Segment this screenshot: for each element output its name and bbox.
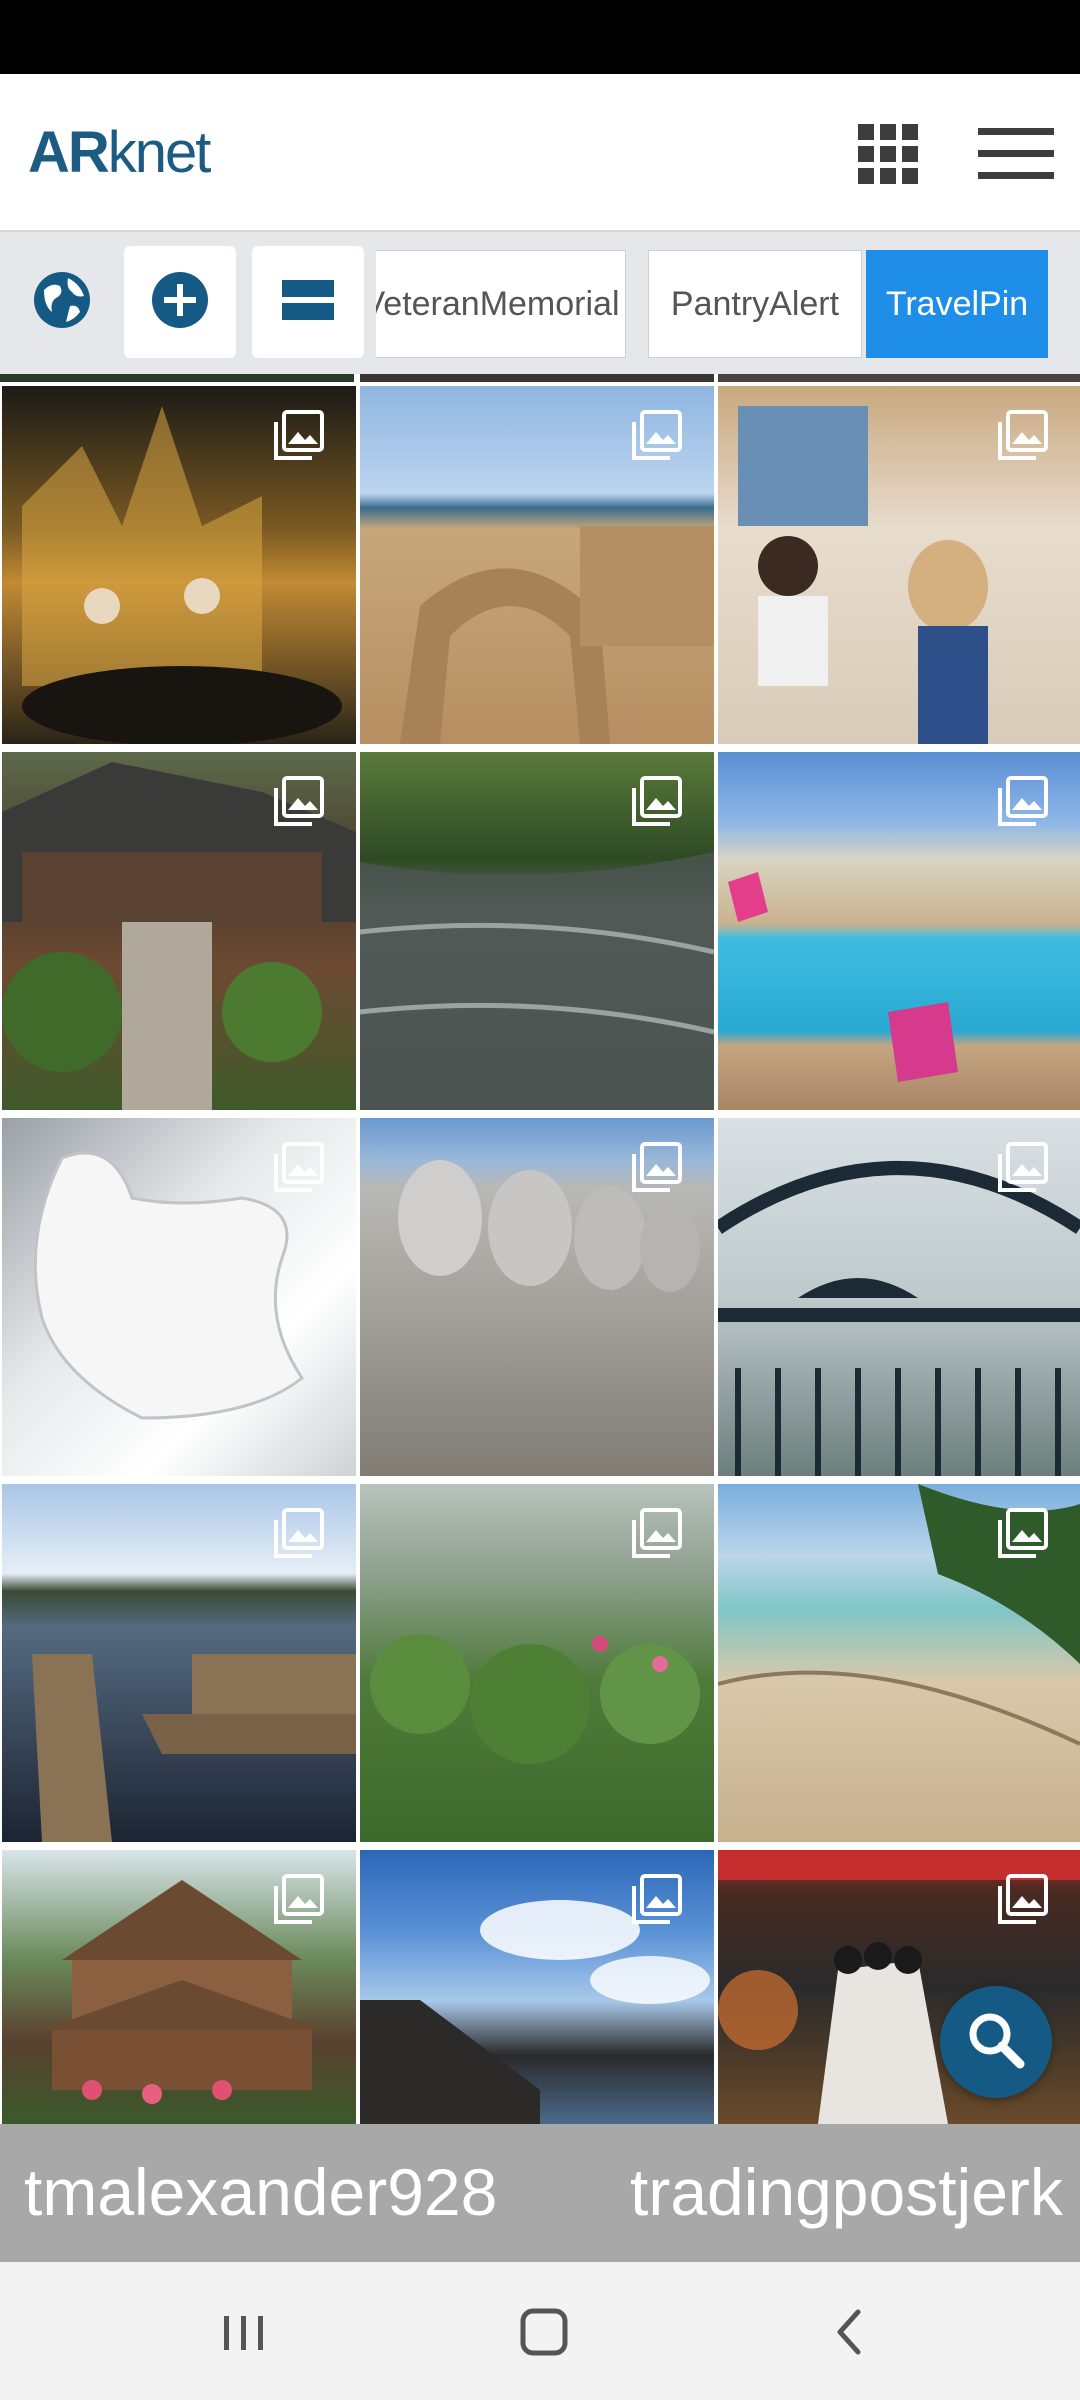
gallery-icon xyxy=(996,1874,1048,1926)
photo-tile[interactable] xyxy=(2,386,356,744)
tab-veteranmemorial[interactable]: VeteranMemorial xyxy=(376,250,626,358)
category-tabs: VeteranMemorial PantryAlert TravelPin xyxy=(376,250,1048,358)
search-button[interactable] xyxy=(940,1986,1052,2098)
photo-tile[interactable] xyxy=(2,1484,356,1842)
tab-pantryalert[interactable]: PantryAlert xyxy=(648,250,862,358)
user-link[interactable]: tmalexander928 xyxy=(24,2154,497,2230)
add-circle-icon xyxy=(150,270,210,335)
add-button[interactable] xyxy=(124,246,236,358)
gallery-icon xyxy=(272,1508,324,1560)
gallery-icon xyxy=(996,410,1048,462)
search-icon xyxy=(964,2008,1028,2077)
hamburger-menu-icon[interactable] xyxy=(978,126,1054,182)
system-navigation-bar xyxy=(0,2262,1080,2400)
arknet-logo[interactable]: ARknet xyxy=(28,124,211,182)
status-bar xyxy=(0,0,1080,74)
photo-tile[interactable] xyxy=(360,1484,714,1842)
tab-travelpin[interactable]: TravelPin xyxy=(866,250,1048,358)
globe-button[interactable] xyxy=(6,246,118,358)
gallery-icon xyxy=(630,1142,682,1194)
gallery-icon xyxy=(272,1142,324,1194)
photo-tile[interactable] xyxy=(2,752,356,1110)
gallery-icon xyxy=(630,1874,682,1926)
back-icon[interactable] xyxy=(820,2302,880,2362)
gallery-icon xyxy=(630,776,682,828)
photo-tile[interactable] xyxy=(360,386,714,744)
photo-tile[interactable] xyxy=(2,1118,356,1476)
app-header: ARknet xyxy=(0,74,1080,232)
home-icon[interactable] xyxy=(514,2302,574,2362)
gallery-icon xyxy=(630,1508,682,1560)
view-toggle-button[interactable] xyxy=(252,246,364,358)
logo-text-ar: AR xyxy=(28,120,110,185)
photo-tile[interactable] xyxy=(2,1850,356,2124)
gallery-icon xyxy=(996,1508,1048,1560)
photo-tile[interactable] xyxy=(718,386,1080,744)
grid-apps-icon[interactable] xyxy=(858,124,918,184)
photo-grid xyxy=(0,374,1080,2124)
gallery-icon xyxy=(272,776,324,828)
user-link[interactable]: tradingpostjerk xyxy=(630,2154,1063,2230)
gallery-icon xyxy=(630,410,682,462)
photo-tile[interactable] xyxy=(718,752,1080,1110)
view-toggle-icon xyxy=(282,279,334,325)
user-carousel: tmalexander928 tradingpostjerk xyxy=(0,2124,1080,2262)
gallery-icon xyxy=(996,1142,1048,1194)
photo-tile[interactable] xyxy=(360,752,714,1110)
category-toolbar: VeteranMemorial PantryAlert TravelPin xyxy=(0,232,1080,374)
gallery-icon xyxy=(996,776,1048,828)
photo-tile[interactable] xyxy=(360,1118,714,1476)
gallery-icon xyxy=(272,410,324,462)
recents-icon[interactable] xyxy=(214,2302,274,2362)
photo-tile[interactable] xyxy=(718,1484,1080,1842)
photo-tile[interactable] xyxy=(360,1850,714,2124)
logo-text-knet: knet xyxy=(107,120,212,185)
photo-tile[interactable] xyxy=(718,1118,1080,1476)
globe-icon xyxy=(30,268,94,337)
gallery-icon xyxy=(272,1874,324,1926)
